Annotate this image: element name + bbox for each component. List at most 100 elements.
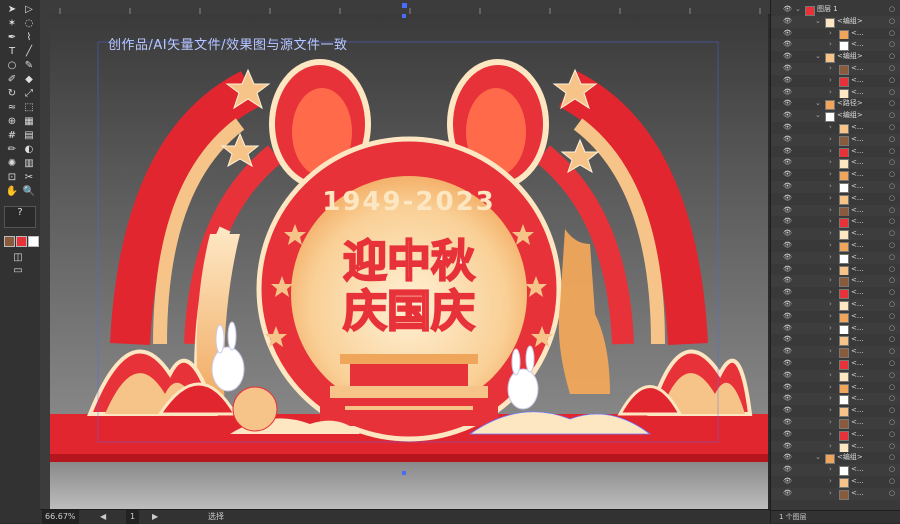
fill-swatch[interactable] <box>4 236 15 247</box>
visibility-eye-icon[interactable]: 👁 <box>783 346 792 358</box>
layer-row[interactable]: 👁 › <... ○ <box>771 322 900 335</box>
visibility-eye-icon[interactable]: 👁 <box>783 441 792 453</box>
expand-arrow-icon[interactable]: › <box>829 216 832 228</box>
layer-row[interactable]: 👁 › <... ○ <box>771 346 900 359</box>
expand-arrow-icon[interactable]: › <box>829 193 832 205</box>
expand-arrow-icon[interactable]: › <box>829 75 832 87</box>
stroke-swatch[interactable] <box>16 236 27 247</box>
visibility-eye-icon[interactable]: 👁 <box>783 134 792 146</box>
visibility-eye-icon[interactable]: 👁 <box>783 252 792 264</box>
eraser-icon[interactable]: ◆ <box>21 74 37 86</box>
visibility-eye-icon[interactable]: 👁 <box>783 405 792 417</box>
page-number[interactable]: 1 <box>126 510 140 524</box>
target-circle-icon[interactable]: ○ <box>889 275 895 287</box>
selection-handle[interactable] <box>402 471 406 475</box>
visibility-eye-icon[interactable]: 👁 <box>783 51 792 63</box>
layer-row[interactable]: 👁 › <... ○ <box>771 228 900 241</box>
layer-row[interactable]: 👁 ⌄ <编组> ○ <box>771 452 900 465</box>
layer-row[interactable]: 👁 › <... ○ <box>771 181 900 193</box>
visibility-eye-icon[interactable]: 👁 <box>783 146 792 158</box>
visibility-eye-icon[interactable]: 👁 <box>783 193 792 205</box>
layer-row[interactable]: 👁 › <... ○ <box>771 275 900 288</box>
visibility-eye-icon[interactable]: 👁 <box>783 358 792 370</box>
artboard-tool-icon[interactable]: ⊡ <box>4 172 20 184</box>
visibility-eye-icon[interactable]: 👁 <box>783 452 792 464</box>
visibility-eye-icon[interactable]: 👁 <box>783 264 792 276</box>
target-circle-icon[interactable]: ○ <box>889 299 895 311</box>
target-circle-icon[interactable]: ○ <box>889 216 895 228</box>
visibility-eye-icon[interactable]: 👁 <box>783 323 792 335</box>
free-transform-icon[interactable]: ⬚ <box>21 102 37 114</box>
visibility-eye-icon[interactable]: 👁 <box>783 110 792 122</box>
expand-arrow-icon[interactable]: › <box>829 488 832 500</box>
visibility-eye-icon[interactable]: 👁 <box>783 240 792 252</box>
curvature-icon[interactable]: ⌇ <box>21 32 37 44</box>
target-circle-icon[interactable]: ○ <box>889 181 895 193</box>
expand-arrow-icon[interactable]: › <box>829 346 832 358</box>
expand-arrow-icon[interactable]: › <box>829 287 832 299</box>
visibility-eye-icon[interactable]: 👁 <box>783 63 792 75</box>
layer-row[interactable]: 👁 › <... ○ <box>771 204 900 217</box>
layer-row[interactable]: 👁 › <... ○ <box>771 263 900 276</box>
ellipse-tool-icon[interactable]: ○ <box>4 60 20 72</box>
visibility-eye-icon[interactable]: 👁 <box>783 205 792 217</box>
expand-arrow-icon[interactable]: › <box>829 146 832 158</box>
selection-tool-icon[interactable]: ➤ <box>4 4 20 16</box>
visibility-eye-icon[interactable]: 👁 <box>783 334 792 346</box>
symbol-sprayer-icon[interactable]: ✺ <box>4 158 20 170</box>
expand-arrow-icon[interactable]: › <box>829 87 832 99</box>
visibility-eye-icon[interactable]: 👁 <box>783 393 792 405</box>
layer-row[interactable]: 👁 › <... ○ <box>771 334 900 347</box>
next-page-icon[interactable]: ▶ <box>152 510 158 524</box>
expand-arrow-icon[interactable]: › <box>829 169 832 181</box>
gradient-icon[interactable]: ▤ <box>21 130 37 142</box>
visibility-eye-icon[interactable]: 👁 <box>783 476 792 488</box>
target-circle-icon[interactable]: ○ <box>889 98 895 110</box>
target-circle-icon[interactable]: ○ <box>889 228 895 240</box>
expand-arrow-icon[interactable]: › <box>829 28 832 40</box>
visibility-eye-icon[interactable]: 👁 <box>783 4 792 16</box>
draw-mode-icon[interactable]: ◫ <box>10 252 26 264</box>
lasso-icon[interactable]: ◌ <box>21 18 37 30</box>
target-circle-icon[interactable]: ○ <box>889 16 895 28</box>
expand-arrow-icon[interactable]: › <box>829 63 832 75</box>
target-circle-icon[interactable]: ○ <box>889 51 895 63</box>
expand-arrow-icon[interactable]: › <box>829 240 832 252</box>
layer-row[interactable]: 👁 ⌄ <编组> ○ <box>771 110 900 123</box>
expand-arrow-icon[interactable]: › <box>829 311 832 323</box>
mesh-icon[interactable]: # <box>4 130 20 142</box>
visibility-eye-icon[interactable]: 👁 <box>783 75 792 87</box>
expand-arrow-icon[interactable]: ⌄ <box>795 4 801 16</box>
expand-arrow-icon[interactable]: › <box>829 39 832 51</box>
expand-arrow-icon[interactable]: › <box>829 134 832 146</box>
warp-icon[interactable]: ≈ <box>4 102 20 114</box>
visibility-eye-icon[interactable]: 👁 <box>783 429 792 441</box>
visibility-eye-icon[interactable]: 👁 <box>783 39 792 51</box>
target-circle-icon[interactable]: ○ <box>889 110 895 122</box>
shaper-icon[interactable]: ✐ <box>4 74 20 86</box>
expand-arrow-icon[interactable]: › <box>829 370 832 382</box>
layer-row[interactable]: 👁 › <... ○ <box>771 251 900 264</box>
expand-arrow-icon[interactable]: › <box>829 382 832 394</box>
expand-arrow-icon[interactable]: › <box>829 464 832 476</box>
expand-arrow-icon[interactable]: › <box>829 122 832 134</box>
target-circle-icon[interactable]: ○ <box>889 417 895 429</box>
visibility-eye-icon[interactable]: 👁 <box>783 216 792 228</box>
visibility-eye-icon[interactable]: 👁 <box>783 169 792 181</box>
visibility-eye-icon[interactable]: 👁 <box>783 299 792 311</box>
layer-row[interactable]: 👁 › <... ○ <box>771 169 900 182</box>
layer-row[interactable]: 👁 › <... ○ <box>771 381 900 394</box>
visibility-eye-icon[interactable]: 👁 <box>783 417 792 429</box>
expand-arrow-icon[interactable]: › <box>829 228 832 240</box>
blend-icon[interactable]: ◐ <box>21 144 37 156</box>
target-circle-icon[interactable]: ○ <box>889 28 895 40</box>
expand-arrow-icon[interactable]: › <box>829 334 832 346</box>
visibility-eye-icon[interactable]: 👁 <box>783 28 792 40</box>
expand-arrow-icon[interactable]: › <box>829 252 832 264</box>
expand-arrow-icon[interactable]: › <box>829 429 832 441</box>
layer-row[interactable]: 👁 › <... ○ <box>771 157 900 170</box>
scale-icon[interactable]: ⤢ <box>21 88 37 100</box>
eyedropper-icon[interactable]: ✏ <box>4 144 20 156</box>
target-circle-icon[interactable]: ○ <box>889 122 895 134</box>
prev-page-icon[interactable]: ◀ <box>100 510 106 524</box>
